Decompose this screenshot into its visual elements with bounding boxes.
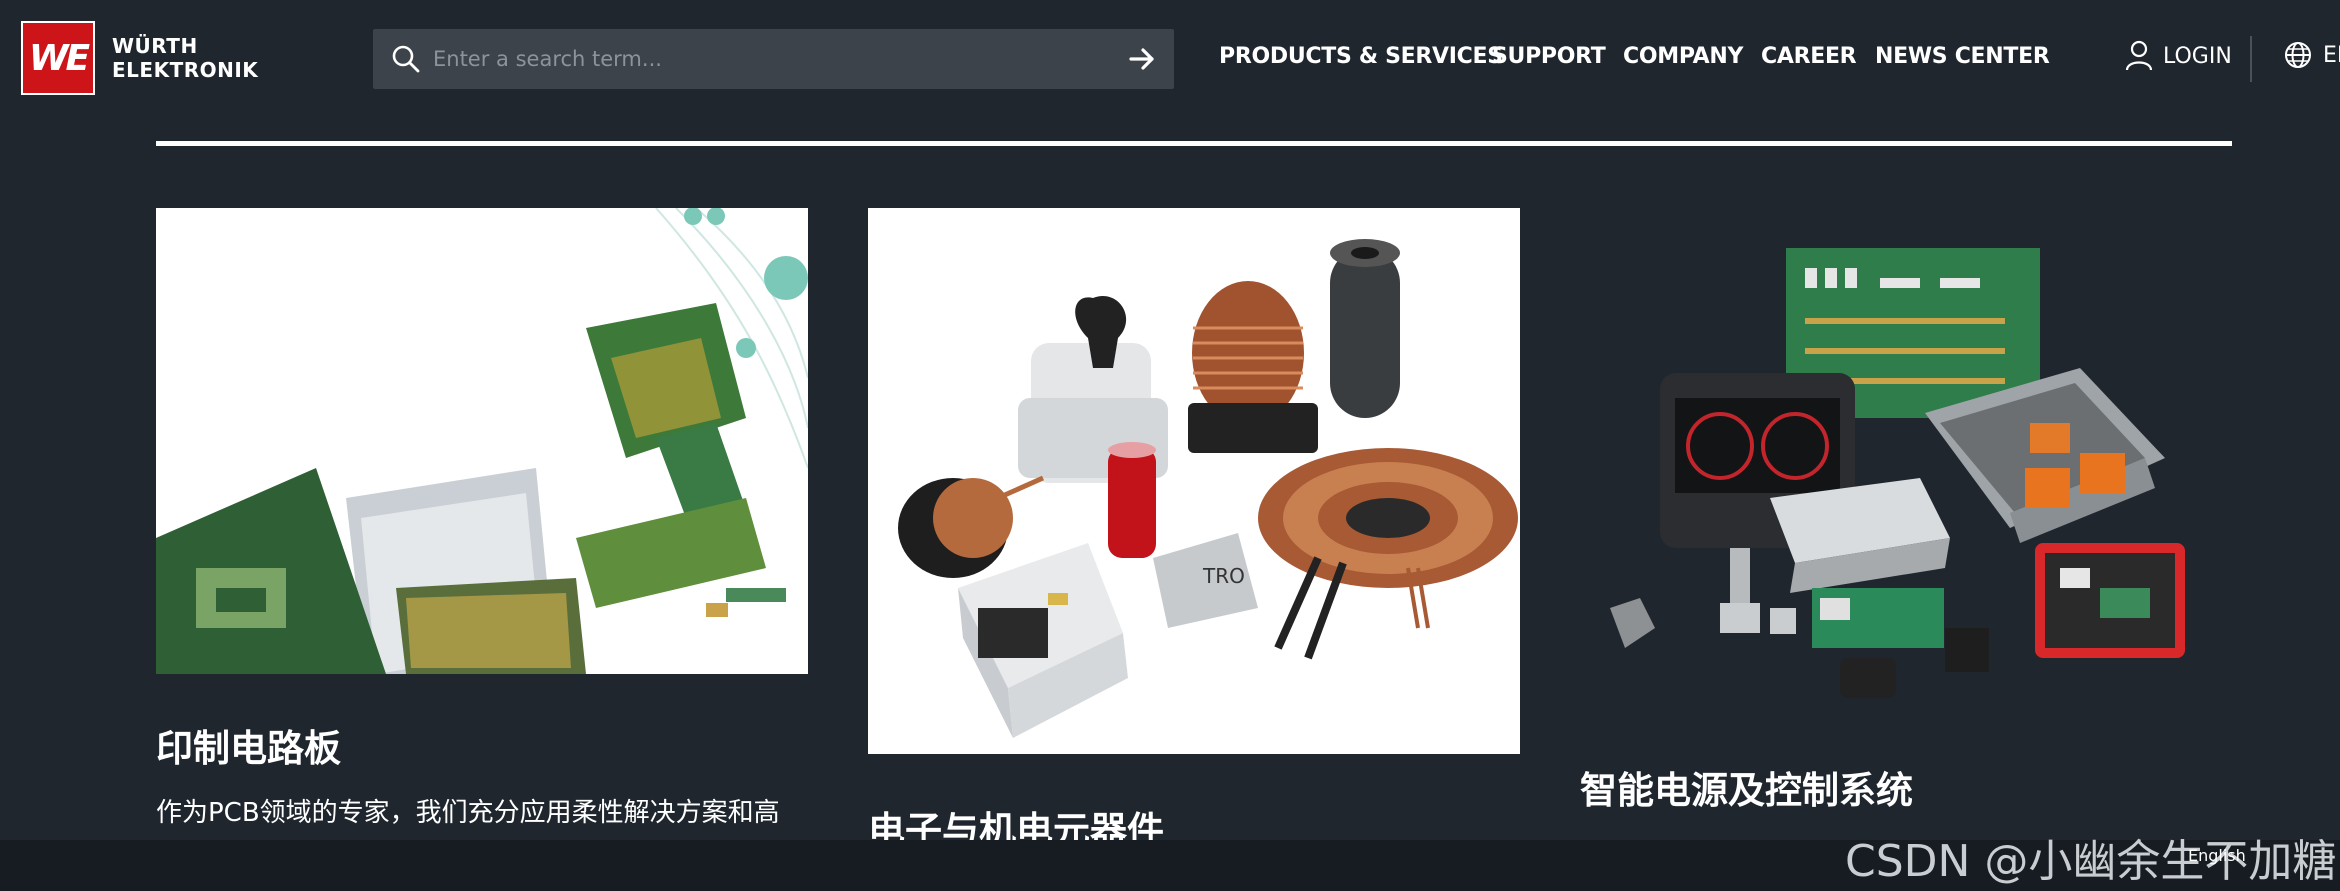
nav-career[interactable]: CAREER — [1761, 44, 1857, 69]
login-link[interactable]: LOGIN — [2125, 40, 2232, 72]
search-bar — [373, 29, 1174, 89]
watermark-logo: English — [2188, 846, 2246, 865]
brand-name[interactable]: WÜRTH ELEKTRONIK — [112, 34, 258, 82]
card-title-pcb[interactable]: 印制电路板 — [156, 718, 341, 772]
pcb-image[interactable] — [156, 208, 808, 674]
csdn-watermark: CSDN @小幽余生不加糖 — [1845, 836, 2337, 887]
nav-products-services[interactable]: PRODUCTS & SERVICES — [1219, 44, 1503, 69]
section-divider — [156, 141, 2232, 146]
login-label: LOGIN — [2163, 43, 2232, 69]
components-image[interactable]: TRO — [868, 208, 1520, 754]
nav-news-center[interactable]: NEWS CENTER — [1875, 44, 2050, 69]
globe-icon — [2285, 42, 2311, 68]
we-logo[interactable]: WE — [21, 21, 95, 95]
header-separator — [2250, 36, 2252, 82]
svg-text:TRO: TRO — [1202, 564, 1245, 588]
brand-line-2: ELEKTRONIK — [112, 58, 259, 82]
brand-line-1: WÜRTH — [112, 34, 198, 58]
search-input[interactable] — [433, 29, 1083, 89]
power-systems-image[interactable] — [1580, 208, 2232, 708]
nav-company[interactable]: COMPANY — [1623, 44, 1743, 69]
site-header: WE WÜRTH ELEKTRONIK PRODUCTS & SERVICES … — [0, 0, 2340, 118]
search-icon[interactable] — [391, 44, 421, 74]
language-selector[interactable]: EN — [2283, 40, 2340, 70]
logo-mark: WE — [28, 37, 90, 79]
arrow-right-icon[interactable] — [1125, 43, 1159, 75]
nav-support[interactable]: SUPPORT — [1492, 44, 1606, 69]
language-label: EN — [2323, 42, 2340, 68]
card-title-power-systems[interactable]: 智能电源及控制系统 — [1580, 760, 1913, 814]
card-description-pcb: 作为PCB领域的专家，我们充分应用柔性解决方案和高 — [156, 798, 780, 828]
user-icon — [2125, 40, 2153, 71]
